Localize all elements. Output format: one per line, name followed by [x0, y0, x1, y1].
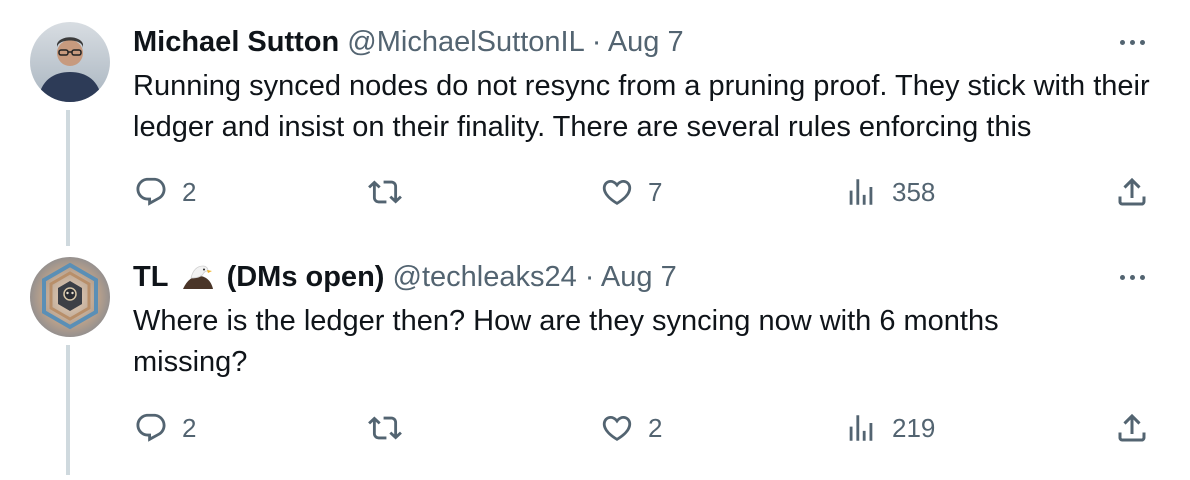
tweet-date[interactable]: Aug 7 — [601, 261, 677, 293]
author-handle[interactable]: @MichaelSuttonIL — [347, 26, 583, 58]
like-button[interactable]: 2 — [600, 406, 662, 450]
author-name-suffix[interactable]: (DMs open) — [227, 261, 385, 293]
share-button[interactable] — [1114, 170, 1150, 214]
views-button[interactable]: 219 — [844, 406, 935, 450]
heart-icon — [602, 415, 632, 441]
analytics-icon — [849, 179, 873, 205]
reply-count: 2 — [182, 412, 197, 443]
eagle-icon — [181, 260, 215, 301]
share-button[interactable] — [1114, 406, 1150, 450]
retweet-button[interactable] — [368, 170, 416, 214]
reply-icon — [136, 177, 166, 206]
tweet-actions: 2 2 219 — [0, 406, 1190, 450]
heart-icon — [602, 179, 632, 205]
views-count: 358 — [892, 176, 936, 207]
tweet-text: Running synced nodes do not resync from … — [133, 70, 1150, 143]
author-handle[interactable]: @techleaks24 — [393, 261, 577, 293]
reply-icon — [136, 413, 166, 442]
analytics-icon — [849, 415, 873, 441]
retweet-icon — [368, 416, 402, 440]
tweet[interactable]: TL (DMs open) @techleaks24 · Aug 7 Where… — [0, 240, 1190, 480]
like-count: 2 — [648, 412, 663, 443]
retweet-button[interactable] — [368, 406, 416, 450]
retweet-icon — [368, 180, 402, 204]
like-count: 7 — [648, 176, 663, 207]
like-button[interactable]: 7 — [600, 170, 662, 214]
author-name[interactable]: Michael Sutton — [133, 26, 339, 58]
tweet-header: TL (DMs open) @techleaks24 · Aug 7 — [133, 257, 677, 301]
avatar[interactable] — [30, 257, 110, 337]
reply-button[interactable]: 2 — [134, 170, 196, 214]
separator: · — [591, 26, 602, 58]
more-options-icon[interactable] — [1114, 26, 1150, 58]
share-icon — [1118, 413, 1146, 442]
tweet-date[interactable]: Aug 7 — [608, 26, 684, 58]
avatar[interactable] — [30, 22, 110, 102]
tweet-actions: 2 7 358 — [0, 170, 1190, 214]
share-icon — [1118, 177, 1146, 206]
tweet[interactable]: Michael Sutton @MichaelSuttonIL · Aug 7 … — [0, 0, 1190, 246]
views-button[interactable]: 358 — [844, 170, 935, 214]
reply-count: 2 — [182, 176, 197, 207]
separator: · — [584, 261, 595, 293]
tweet-text: Where is the ledger then? How are they s… — [133, 305, 999, 378]
views-count: 219 — [892, 412, 936, 443]
reply-button[interactable]: 2 — [134, 406, 196, 450]
tweet-header: Michael Sutton @MichaelSuttonIL · Aug 7 — [133, 22, 684, 62]
more-options-icon[interactable] — [1114, 261, 1150, 293]
author-name[interactable]: TL — [133, 261, 168, 293]
